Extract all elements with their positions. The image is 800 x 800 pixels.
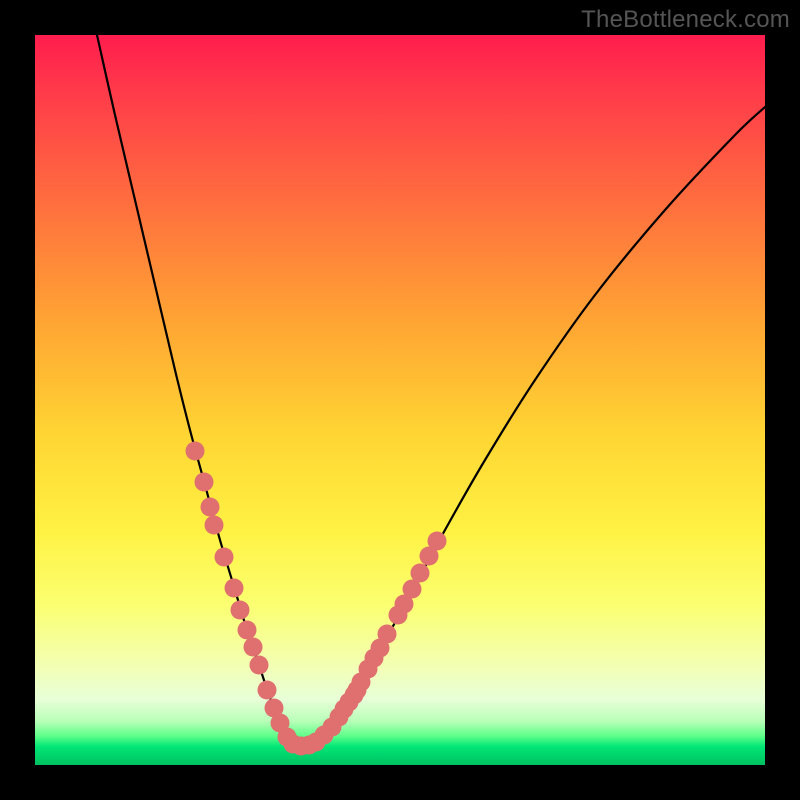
highlight-markers	[186, 442, 447, 756]
highlight-point	[201, 498, 220, 517]
chart-frame: TheBottleneck.com	[0, 0, 800, 800]
chart-svg	[35, 35, 765, 765]
highlight-point	[231, 601, 250, 620]
highlight-point	[225, 579, 244, 598]
watermark-text: TheBottleneck.com	[581, 6, 790, 34]
highlight-point	[411, 564, 430, 583]
highlight-point	[195, 473, 214, 492]
highlight-point	[215, 548, 234, 567]
highlight-point	[205, 516, 224, 535]
plot-area	[35, 35, 765, 765]
highlight-point	[186, 442, 205, 461]
highlight-point	[250, 656, 269, 675]
highlight-point	[428, 532, 447, 551]
highlight-point	[244, 638, 263, 657]
highlight-point	[238, 621, 257, 640]
bottleneck-curve	[97, 35, 765, 745]
highlight-point	[258, 681, 277, 700]
highlight-point	[378, 625, 397, 644]
